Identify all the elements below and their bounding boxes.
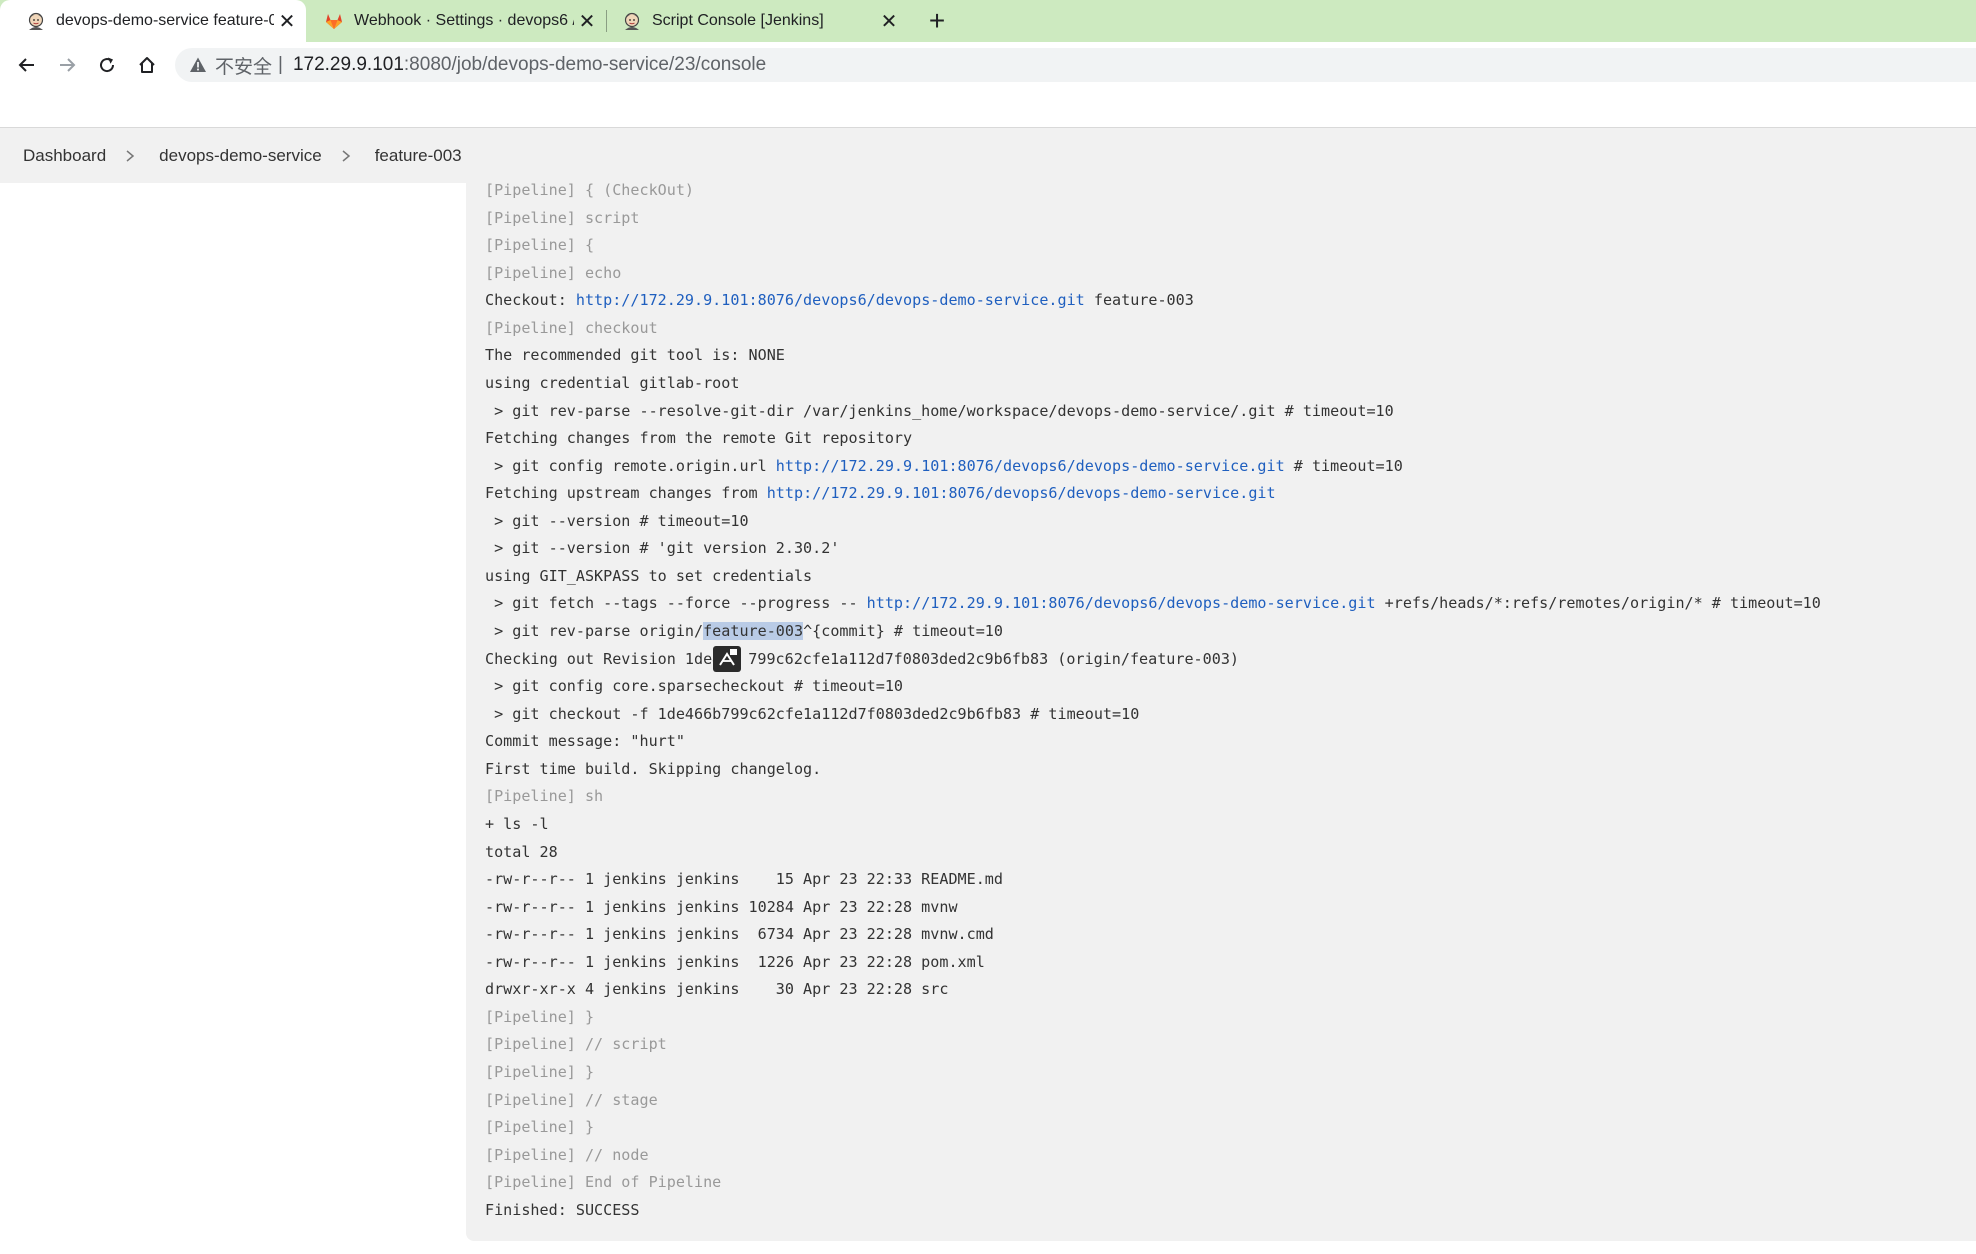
repo-link[interactable]: http://172.29.9.101:8076/devops6/devops-… (767, 484, 1276, 502)
line-text: Fetching upstream changes from (485, 484, 767, 503)
tab-title: Script Console [Jenkins] (652, 12, 824, 29)
line-text: > git fetch --tags --force --progress -- (485, 594, 867, 613)
close-tab-icon[interactable]: ✕ (274, 9, 300, 34)
console-line: Fetching upstream changes from http://17… (485, 480, 1821, 508)
console-line: Fetching changes from the remote Git rep… (485, 429, 913, 448)
tab-title: devops-demo-service feature-003 (56, 12, 274, 29)
tab-webhook-settings[interactable]: Webhook · Settings · devops6 / devops-de… (306, 0, 606, 42)
console-line: Commit message: "hurt" (485, 732, 685, 751)
console-line: Checking out Revision 1de4 799c62cfe1a112… (485, 646, 1821, 674)
chevron-right-icon (342, 149, 350, 162)
console-line: + ls -l (485, 814, 549, 833)
breadcrumb-dashboard[interactable]: Dashboard (23, 146, 106, 166)
line-text: +refs/heads/*:refs/remotes/origin/* # ti… (1375, 594, 1821, 613)
line-text: feature-003 (1084, 291, 1194, 310)
console-line: [Pipeline] End of Pipeline (485, 1173, 722, 1192)
tab-title: Webhook · Settings · devops6 / devops-de… (354, 12, 574, 29)
console-line: [Pipeline] sh (485, 787, 604, 806)
jenkins-icon (28, 12, 44, 30)
console-line: > git config core.sparsecheckout # timeo… (485, 677, 904, 696)
console-line: total 28 (485, 842, 558, 861)
console-line: [Pipeline] echo (485, 263, 622, 282)
arrow-right-icon (60, 58, 76, 72)
line-text: ^{commit} # timeout=10 (803, 622, 1003, 640)
forward-button[interactable] (52, 50, 82, 80)
console-line: using GIT_ASKPASS to set credentials (485, 566, 813, 585)
console-output: [Pipeline] { (CheckOut) [Pipeline] scrip… (466, 128, 1976, 1241)
breadcrumb-job[interactable]: devops-demo-service (159, 146, 322, 166)
console-line: The recommended git tool is: NONE (485, 346, 785, 365)
console-line: -rw-r--r-- 1 jenkins jenkins 10284 Apr 2… (485, 897, 958, 916)
close-tab-icon[interactable]: ✕ (574, 9, 600, 34)
browser-toolbar: 不安全 | 172.29.9.101:8080/job/devops-demo-… (0, 42, 1976, 88)
reload-button[interactable] (92, 50, 122, 80)
line-text: 799c62cfe1a112d7f0803ded2c9b6fb83 (origi… (748, 649, 1239, 668)
security-label: 不安全 (215, 56, 273, 78)
console-line: [Pipeline] } (485, 1063, 595, 1081)
console-line: [Pipeline] { (CheckOut) (485, 181, 695, 199)
gitlab-icon (326, 14, 342, 29)
console-line: > git rev-parse --resolve-git-dir /var/j… (485, 401, 1394, 420)
console-line: [Pipeline] script (485, 208, 640, 227)
console-line: Finished: SUCCESS (485, 1200, 640, 1219)
new-tab-button[interactable]: + (920, 4, 954, 38)
console-line: [Pipeline] { (485, 236, 595, 255)
selected-text: feature-003 (703, 622, 804, 640)
console-line: [Pipeline] } (485, 1007, 595, 1026)
repo-link[interactable]: http://172.29.9.101:8076/devops6/devops-… (776, 457, 1285, 475)
close-tab-icon[interactable]: ✕ (876, 9, 902, 34)
line-text: > git config remote.origin.url (485, 456, 776, 475)
console-line: > git --version # 'git version 2.30.2' (485, 539, 840, 558)
home-button[interactable] (132, 50, 162, 80)
console-line: drwxr-xr-x 4 jenkins jenkins 30 Apr 23 2… (485, 980, 949, 999)
console-line: > git config remote.origin.url http://17… (485, 453, 1821, 481)
line-text: > git rev-parse origin/ (485, 622, 704, 640)
warning-icon (190, 57, 206, 72)
console-line: [Pipeline] // node (485, 1145, 649, 1164)
arrow-left-icon (18, 58, 34, 72)
console-lines: [Pipeline] { (CheckOut) [Pipeline] scrip… (485, 177, 1821, 1224)
url-path: :8080/job/devops-demo-service/23/console (403, 54, 767, 75)
console-line: -rw-r--r-- 1 jenkins jenkins 6734 Apr 23… (485, 925, 994, 944)
back-button[interactable] (12, 50, 42, 80)
console-line: > git checkout -f 1de466b799c62cfe1a112d… (485, 704, 1140, 723)
line-text: Checking out Revision 1de4 (485, 649, 722, 668)
console-line: [Pipeline] checkout (485, 318, 658, 337)
address-bar[interactable]: 不安全 | 172.29.9.101:8080/job/devops-demo-… (175, 48, 1976, 82)
url-host: 172.29.9.101 (292, 54, 404, 75)
console-line: [Pipeline] // stage (485, 1090, 658, 1109)
line-text: Checkout: (485, 291, 576, 310)
line-text: # timeout=10 (1284, 456, 1403, 475)
console-line: using credential gitlab-root (485, 373, 740, 392)
translate-popup-icon[interactable] (713, 646, 741, 672)
sidebar (0, 183, 466, 1254)
console-line: [Pipeline] // script (485, 1035, 667, 1054)
tab-devops-demo-service[interactable]: devops-demo-service feature-003 ✕ (0, 0, 306, 42)
console-line: -rw-r--r-- 1 jenkins jenkins 1226 Apr 23… (485, 952, 985, 971)
home-icon (139, 57, 155, 73)
console-line: > git rev-parse origin/feature-003^{comm… (485, 618, 1821, 646)
repo-link[interactable]: http://172.29.9.101:8076/devops6/devops-… (576, 291, 1085, 309)
console-line: > git --version # timeout=10 (485, 511, 749, 530)
breadcrumb-branch[interactable]: feature-003 (375, 146, 462, 166)
reload-icon (100, 57, 115, 73)
console-line: [Pipeline] } (485, 1118, 595, 1137)
chevron-right-icon (126, 149, 135, 162)
address-separator: | (278, 54, 283, 75)
console-line: Checkout: http://172.29.9.101:8076/devop… (485, 287, 1821, 315)
breadcrumb: Dashboard devops-demo-service feature-00… (0, 128, 466, 183)
tab-strip: devops-demo-service feature-003 ✕ Webhoo… (0, 0, 1976, 42)
tab-script-console[interactable]: Script Console [Jenkins] ✕ (606, 0, 908, 42)
jenkins-icon (624, 12, 640, 30)
console-line: > git fetch --tags --force --progress --… (485, 590, 1821, 618)
repo-link[interactable]: http://172.29.9.101:8076/devops6/devops-… (867, 594, 1376, 612)
console-line: -rw-r--r-- 1 jenkins jenkins 15 Apr 23 2… (485, 870, 1003, 889)
console-line: First time build. Skipping changelog. (485, 759, 822, 778)
